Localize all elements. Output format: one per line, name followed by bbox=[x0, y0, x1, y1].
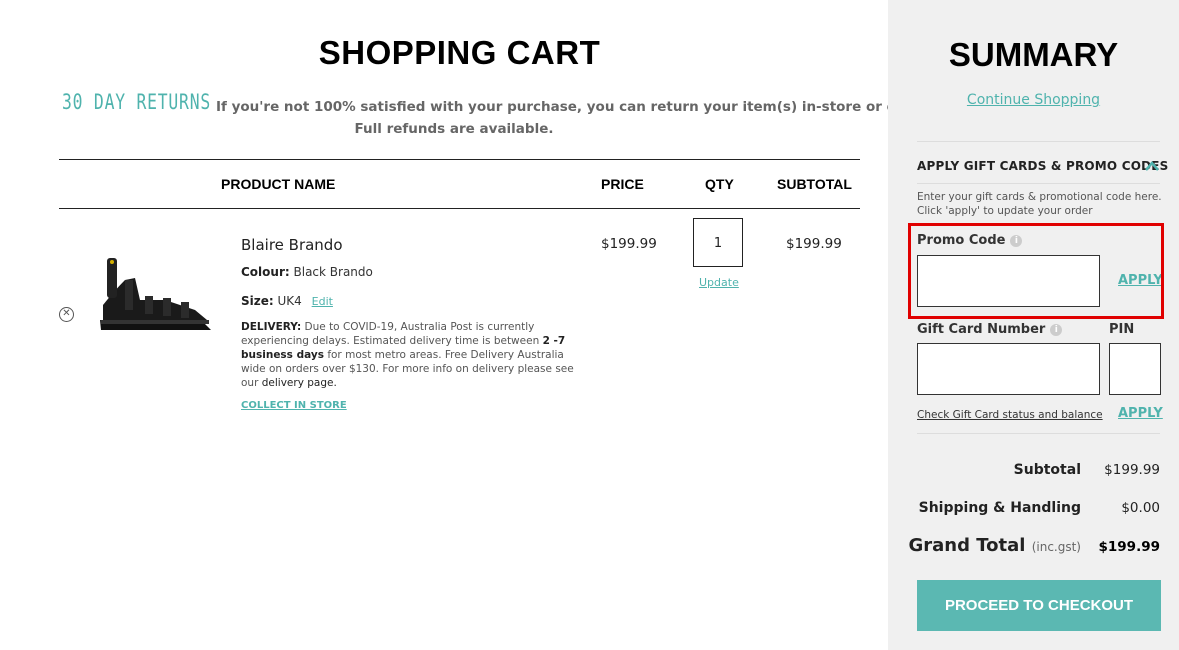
remove-circle-icon[interactable]: ✕ bbox=[59, 307, 74, 322]
grand-total-note: (inc.gst) bbox=[1031, 540, 1081, 554]
divider bbox=[917, 433, 1160, 434]
summary-title: SUMMARY bbox=[948, 36, 1119, 73]
shipping-value: $0.00 bbox=[1121, 500, 1160, 516]
colour-label: Colour: bbox=[241, 265, 290, 279]
col-subtotal: SUBTOTAL bbox=[777, 176, 852, 192]
gift-promo-header[interactable]: APPLY GIFT CARDS & PROMO CODES bbox=[917, 159, 1169, 173]
chevron-up-icon[interactable] bbox=[1144, 160, 1160, 172]
pin-input[interactable] bbox=[1109, 343, 1161, 395]
gift-help-text: Enter your gift cards & promotional code… bbox=[917, 191, 1162, 217]
info-icon[interactable]: i bbox=[1050, 323, 1063, 336]
size-value: UK4 bbox=[277, 294, 302, 308]
update-link[interactable]: Update bbox=[699, 276, 739, 289]
promo-highlight-box bbox=[908, 223, 1164, 319]
pin-label: PIN bbox=[1109, 322, 1135, 337]
col-qty: QTY bbox=[705, 176, 734, 192]
divider bbox=[917, 141, 1160, 142]
col-price: PRICE bbox=[601, 176, 644, 192]
delivery-page-link[interactable]: delivery page. bbox=[262, 377, 337, 389]
product-image[interactable] bbox=[95, 250, 215, 335]
summary-sidebar: SUMMARY Continue Shopping APPLY GIFT CAR… bbox=[888, 0, 1179, 650]
gift-card-label: Gift Card Number i bbox=[917, 322, 1063, 337]
subtotal-label: Subtotal bbox=[1013, 462, 1081, 478]
grand-total-label: Grand Total (inc.gst) bbox=[908, 535, 1081, 556]
shipping-label: Shipping & Handling bbox=[918, 500, 1081, 516]
delivery-info: DELIVERY: Due to COVID-19, Australia Pos… bbox=[241, 320, 581, 390]
page-title: SHOPPING CART bbox=[318, 34, 601, 71]
gift-card-label-text: Gift Card Number bbox=[917, 322, 1046, 337]
colour-value: Black Brando bbox=[293, 265, 373, 279]
returns-text: If you're not 100% satisfied with your p… bbox=[216, 99, 939, 115]
collect-in-store-link[interactable]: COLLECT IN STORE bbox=[241, 400, 347, 411]
apply-gift-card-button[interactable]: APPLY bbox=[1118, 406, 1163, 421]
size-label: Size: bbox=[241, 294, 274, 308]
divider bbox=[59, 208, 860, 209]
cart-main: SHOPPING CART 30 DAY RETURNS If you're n… bbox=[0, 0, 939, 650]
continue-shopping-link[interactable]: Continue Shopping bbox=[888, 92, 1179, 108]
grand-total-text: Grand Total bbox=[908, 535, 1026, 556]
gift-card-input[interactable] bbox=[917, 343, 1100, 395]
returns-logo: 30 DAY RETURNS bbox=[62, 90, 211, 114]
qty-input[interactable]: 1 bbox=[693, 218, 743, 267]
proceed-to-checkout-button[interactable]: PROCEED TO CHECKOUT bbox=[917, 580, 1161, 631]
divider bbox=[917, 183, 1160, 184]
delivery-label: DELIVERY: bbox=[241, 321, 302, 333]
item-price: $199.99 bbox=[601, 236, 657, 252]
divider bbox=[59, 159, 860, 160]
product-size: Size: UK4 Edit bbox=[241, 294, 333, 308]
edit-link[interactable]: Edit bbox=[312, 295, 333, 308]
product-colour: Colour: Black Brando bbox=[241, 265, 373, 279]
item-subtotal: $199.99 bbox=[786, 236, 842, 252]
product-name[interactable]: Blaire Brando bbox=[241, 236, 343, 254]
check-gift-card-link[interactable]: Check Gift Card status and balance bbox=[917, 409, 1103, 421]
returns-text-2: Full refunds are available. bbox=[354, 121, 554, 137]
col-product-name: PRODUCT NAME bbox=[221, 176, 336, 192]
subtotal-value: $199.99 bbox=[1104, 462, 1160, 478]
grand-total-value: $199.99 bbox=[1098, 539, 1161, 555]
